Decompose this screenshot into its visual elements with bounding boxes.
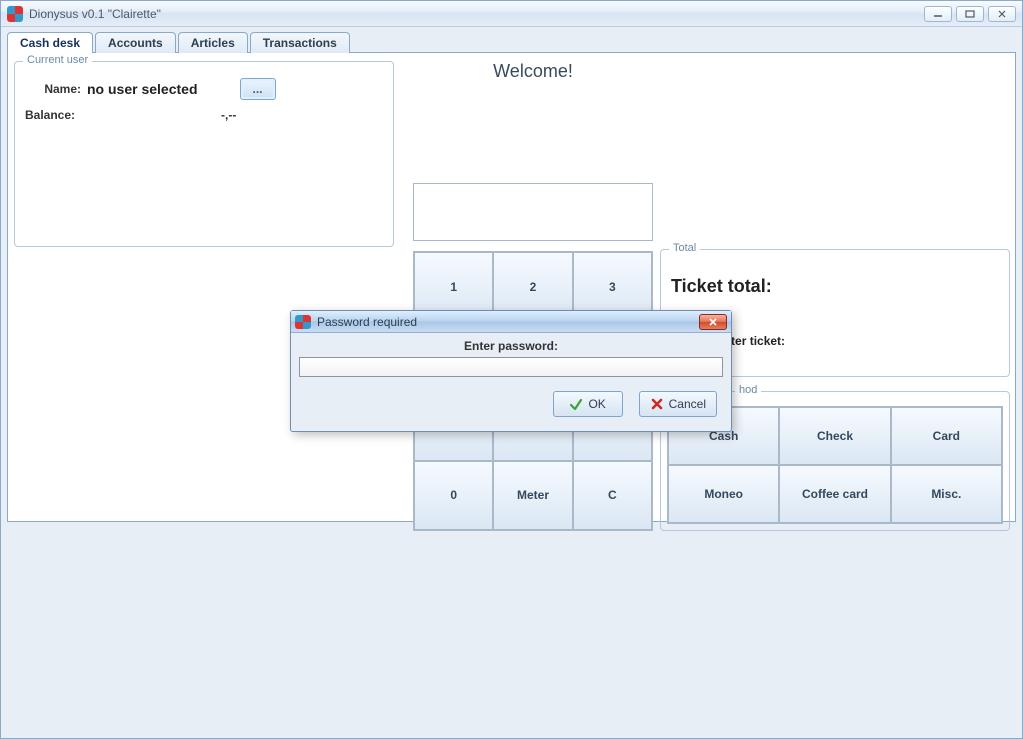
minimize-icon (932, 9, 944, 19)
dialog-close-button[interactable] (699, 314, 727, 330)
password-prompt: Enter password: (299, 339, 723, 353)
cancel-icon (650, 397, 664, 411)
welcome-heading: Welcome! (413, 61, 653, 82)
payment-method-legend: hod (735, 384, 761, 396)
tab-articles[interactable]: Articles (178, 32, 248, 53)
balance-value: -,-- (221, 108, 236, 122)
close-icon (996, 9, 1008, 19)
dialog-titlebar: Password required (291, 311, 731, 333)
ticket-total-label: Ticket total: (671, 276, 772, 297)
close-icon (707, 317, 719, 327)
java-icon (7, 6, 23, 22)
tabs: Cash desk Accounts Articles Transactions (7, 32, 1016, 53)
select-user-button[interactable]: ... (240, 78, 276, 100)
window-controls (924, 6, 1016, 22)
pay-card[interactable]: Card (891, 407, 1002, 465)
cancel-button[interactable]: Cancel (639, 391, 717, 417)
password-dialog: Password required Enter password: OK (290, 310, 732, 432)
close-button[interactable] (988, 6, 1016, 22)
window-title: Dionysus v0.1 "Clairette" (29, 7, 918, 21)
pay-misc[interactable]: Misc. (891, 465, 1002, 523)
pay-coffee[interactable]: Coffee card (779, 465, 890, 523)
pay-check[interactable]: Check (779, 407, 890, 465)
keypad-meter[interactable]: Meter (493, 461, 572, 531)
keypad-0[interactable]: 0 (414, 461, 493, 531)
tab-accounts[interactable]: Accounts (95, 32, 176, 53)
password-input[interactable] (299, 357, 723, 377)
balance-label: Balance: (25, 108, 81, 122)
ok-button[interactable]: OK (553, 391, 623, 417)
dialog-title: Password required (317, 315, 693, 329)
titlebar: Dionysus v0.1 "Clairette" (1, 1, 1022, 27)
tab-panel-cash-desk: Current user Name: no user selected ... … (7, 52, 1016, 522)
pay-moneo[interactable]: Moneo (668, 465, 779, 523)
tab-cash-desk[interactable]: Cash desk (7, 32, 93, 53)
tab-transactions[interactable]: Transactions (250, 32, 350, 53)
amount-display (413, 183, 653, 241)
name-label: Name: (25, 82, 81, 96)
current-user-group: Current user Name: no user selected ... … (14, 61, 394, 247)
minimize-button[interactable] (924, 6, 952, 22)
name-value: no user selected (87, 81, 198, 97)
dialog-body: Enter password: OK Cancel (291, 333, 731, 423)
dialog-buttons: OK Cancel (299, 391, 723, 417)
maximize-button[interactable] (956, 6, 984, 22)
ok-label: OK (588, 397, 605, 411)
total-legend: Total (669, 242, 700, 254)
maximize-icon (964, 9, 976, 19)
java-icon (295, 315, 311, 329)
current-user-legend: Current user (23, 54, 92, 66)
check-icon (569, 397, 583, 411)
cancel-label: Cancel (669, 397, 706, 411)
keypad-clear[interactable]: C (573, 461, 652, 531)
